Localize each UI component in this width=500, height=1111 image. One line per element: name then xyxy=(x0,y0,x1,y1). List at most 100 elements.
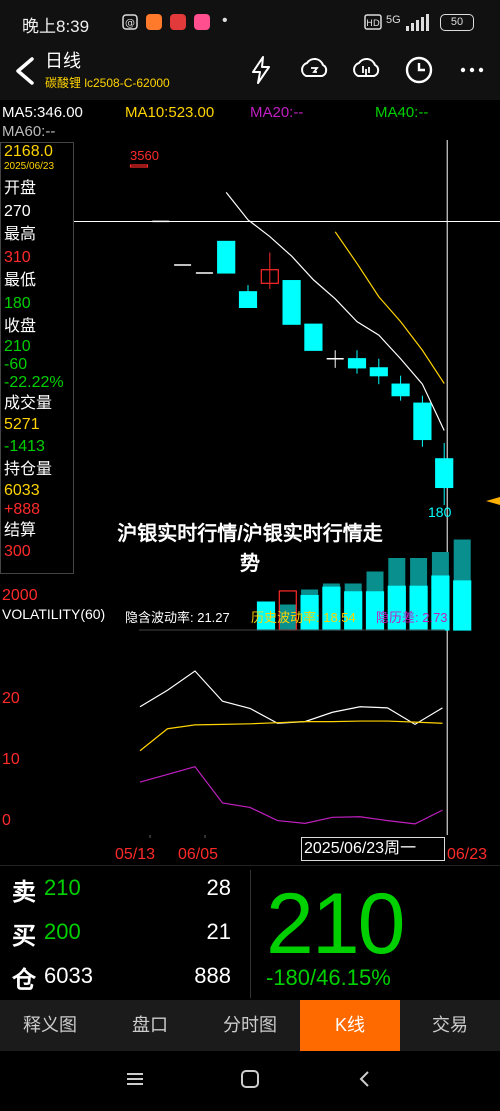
info-close: 210 xyxy=(4,338,31,355)
volatility-title: VOLATILITY(60) xyxy=(2,606,106,622)
info-low-label: 最低 xyxy=(4,272,37,289)
buy-row: 买 200 21 xyxy=(12,910,237,954)
info-change: -60 xyxy=(4,356,28,373)
contract-name: 碳酸锂 lc2508-C-62000 xyxy=(45,76,170,90)
date-label-3: 06/23 xyxy=(447,846,488,863)
menu-icon[interactable] xyxy=(125,1069,145,1089)
sell-row: 卖 210 28 xyxy=(12,866,237,910)
kline-chart-area[interactable]: MA5:346.00 MA10:523.00 MA20:-- MA40:-- M… xyxy=(0,100,500,865)
info-change-pct: -22.22% xyxy=(4,374,64,391)
network-label: 5G xyxy=(386,14,401,26)
ma5-line xyxy=(225,191,445,431)
candle-body xyxy=(391,383,410,397)
candle-body xyxy=(238,291,258,308)
info-oi-label: 持仓量 xyxy=(4,461,53,478)
notification-app-icon xyxy=(146,14,162,30)
info-volume-change: -1413 xyxy=(4,438,45,455)
candle-body xyxy=(129,164,149,168)
info-high: 310 xyxy=(4,249,31,266)
status-bar: 晚上8:39 @ • HD 5G 50 xyxy=(0,0,500,44)
crosshair-date-label: 2025/06/23周一 xyxy=(301,837,445,861)
lightning-icon[interactable] xyxy=(245,54,277,86)
info-close-label: 收盘 xyxy=(4,318,37,335)
info-open-label: 开盘 xyxy=(4,180,37,197)
notification-app-icon xyxy=(170,14,186,30)
volatility-spread-label: 隐历差: 2.73 xyxy=(376,610,448,625)
cloud-sync-alt-icon[interactable] xyxy=(350,54,382,86)
kline-svg xyxy=(74,140,500,838)
sell-price: 210 xyxy=(44,875,81,900)
candle-body xyxy=(347,358,367,369)
info-date: 2025/06/23 xyxy=(4,161,55,172)
page-title: 日线 xyxy=(45,51,81,71)
tab-intraday-chart[interactable]: 分时图 xyxy=(200,1000,300,1051)
oi-label: 仓 xyxy=(12,967,36,994)
headline-overlay: 沪银实时行情/沪银实时行情走 势 xyxy=(0,519,500,579)
cloud-sync-icon[interactable] xyxy=(298,54,330,86)
date-label-1: 05/13 xyxy=(115,846,156,863)
svg-text:@: @ xyxy=(125,18,135,29)
price-pointer-icon xyxy=(486,497,500,505)
candle-body xyxy=(304,323,323,351)
crosshair-info-box: 2168.0 2025/06/23 开盘 270 最高 310 最低 180 收… xyxy=(0,142,74,574)
tab-trade[interactable]: 交易 xyxy=(400,1000,500,1051)
implied-volatility-label: 隐含波动率: 21.27 xyxy=(125,610,230,625)
vol-tick-20: 20 xyxy=(2,690,20,707)
notification-app-icon: @ xyxy=(122,14,138,30)
back-nav-icon[interactable] xyxy=(355,1069,375,1089)
oi-change: 888 xyxy=(194,963,231,988)
status-time: 晚上8:39 xyxy=(22,17,90,36)
last-price: 210 xyxy=(266,876,405,972)
info-open: 270 xyxy=(4,203,31,220)
battery-level: 50 xyxy=(450,16,464,28)
info-volume-label: 成交量 xyxy=(4,395,53,412)
oi-value: 6033 xyxy=(44,963,93,988)
headline-line-2: 势 xyxy=(240,553,260,575)
tab-kline[interactable]: K线 xyxy=(300,1000,400,1051)
notification-app-icon xyxy=(194,14,210,30)
high-marker-label: 3560 xyxy=(130,148,159,163)
buy-qty: 21 xyxy=(206,919,231,944)
candle-body xyxy=(435,458,454,489)
headline-line-1: 沪银实时行情/沪银实时行情走 xyxy=(117,523,383,545)
vol-tick-0: 0 xyxy=(2,812,11,829)
battery-icon: 50 xyxy=(440,14,474,31)
tab-definition-chart[interactable]: 释义图 xyxy=(0,1000,100,1051)
sell-qty: 28 xyxy=(206,875,231,900)
app-header: 日线 碳酸锂 lc2508-C-62000 xyxy=(0,44,500,100)
candle-body xyxy=(369,367,388,377)
status-dot: • xyxy=(222,12,228,29)
buy-price: 200 xyxy=(44,919,81,944)
historical-volatility-label: 历史波动率: 18.54 xyxy=(251,610,356,625)
sell-label: 卖 xyxy=(12,879,36,906)
candle-body xyxy=(413,402,432,441)
implied-volatility-line xyxy=(139,670,443,726)
volume-level-label: 2000 xyxy=(2,587,38,604)
info-low: 180 xyxy=(4,295,31,312)
clock-icon[interactable] xyxy=(403,54,435,86)
buy-label: 买 xyxy=(12,923,36,950)
candle-body xyxy=(217,240,236,274)
info-high-label: 最高 xyxy=(4,226,37,243)
hd-icon: HD xyxy=(364,14,382,30)
date-label-2: 06/05 xyxy=(178,846,219,863)
system-nav-bar xyxy=(0,1051,500,1111)
price-change: -180/46.15% xyxy=(266,965,391,990)
info-price: 2168.0 xyxy=(4,143,53,160)
home-icon[interactable] xyxy=(240,1069,260,1089)
historical-volatility-line xyxy=(139,720,443,752)
info-oi-change: +888 xyxy=(4,501,41,518)
svg-text:HD: HD xyxy=(366,19,380,29)
vol-tick-10: 10 xyxy=(2,751,20,768)
tab-order-book[interactable]: 盘口 xyxy=(100,1000,200,1051)
quote-divider xyxy=(250,870,251,998)
back-icon[interactable] xyxy=(10,54,38,88)
info-volume: 5271 xyxy=(4,416,40,433)
more-icon[interactable] xyxy=(456,54,488,86)
info-oi: 6033 xyxy=(4,482,40,499)
open-interest-row: 仓 6033 888 xyxy=(12,954,237,998)
signal-icon xyxy=(406,14,429,31)
volume-bar xyxy=(453,580,472,631)
volatility-spread-line xyxy=(139,766,443,825)
bottom-tab-bar: 释义图 盘口 分时图 K线 交易 xyxy=(0,1000,500,1051)
